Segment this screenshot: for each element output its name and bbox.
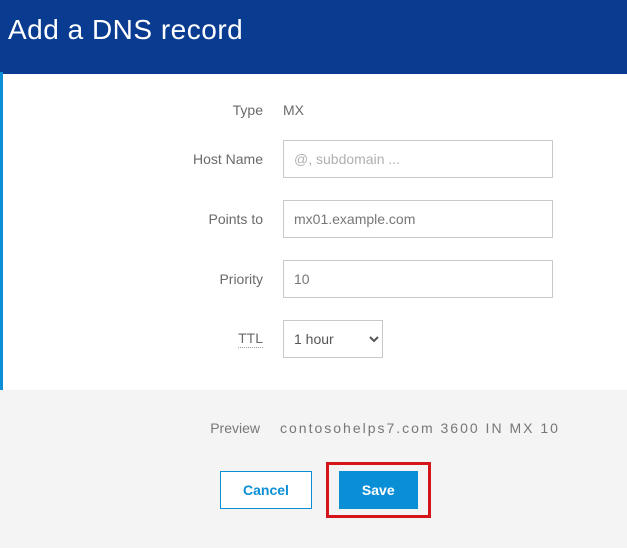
priority-label: Priority (63, 271, 263, 287)
type-value: MX (283, 102, 567, 118)
save-button[interactable]: Save (339, 471, 418, 509)
cancel-button[interactable]: Cancel (220, 471, 312, 509)
row-priority: Priority (63, 260, 567, 298)
highlight-box: Save (326, 462, 431, 518)
row-type: Type MX (63, 102, 567, 118)
row-hostname: Host Name (63, 140, 567, 178)
preview-text: contosohelps7.com 3600 IN MX 10 (280, 420, 560, 436)
ttl-label: TTL (238, 330, 263, 348)
hostname-input[interactable] (283, 140, 553, 178)
dialog-header: Add a DNS record (0, 0, 627, 74)
hostname-label: Host Name (63, 151, 263, 167)
pointsto-input[interactable] (283, 200, 553, 238)
form-body: Type MX Host Name Points to Priority TTL (0, 72, 627, 390)
ttl-select[interactable]: 1 hour (283, 320, 383, 358)
dialog-footer: Preview contosohelps7.com 3600 IN MX 10 … (0, 390, 627, 548)
row-pointsto: Points to (63, 200, 567, 238)
preview-label: Preview (60, 420, 260, 436)
pointsto-label: Points to (63, 211, 263, 227)
dialog-title: Add a DNS record (8, 14, 619, 46)
priority-input[interactable] (283, 260, 553, 298)
row-preview: Preview contosohelps7.com 3600 IN MX 10 (60, 420, 567, 436)
row-ttl: TTL 1 hour (63, 320, 567, 358)
type-label: Type (63, 102, 263, 118)
